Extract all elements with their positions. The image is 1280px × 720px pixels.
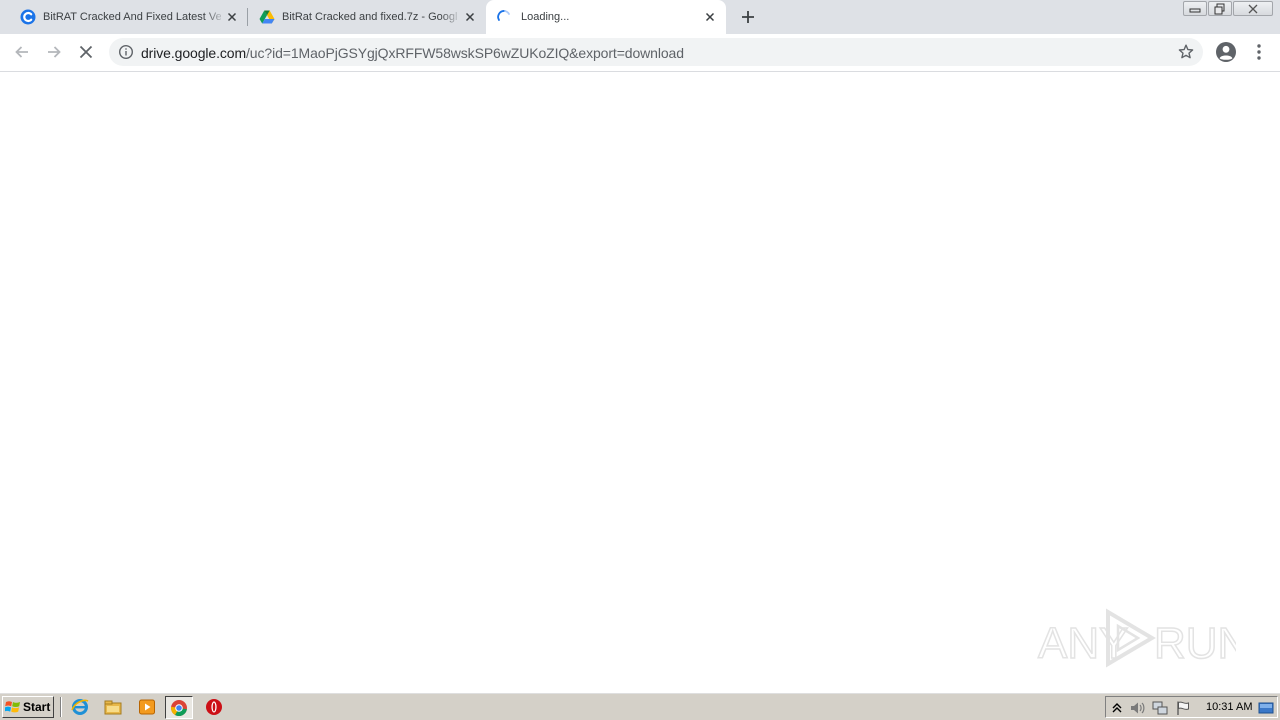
forward-arrow-icon[interactable] — [44, 42, 64, 62]
url-path: /uc?id=1MaoPjGSYgjQxRFFW58wskSP6wZUKoZIQ… — [246, 45, 684, 61]
windows-logo-icon — [5, 701, 20, 713]
minimize-icon — [1189, 8, 1201, 13]
network-icon[interactable] — [1152, 700, 1168, 716]
tab-strip: BitRAT Cracked And Fixed Latest Version … — [0, 0, 1280, 34]
close-tab-icon[interactable] — [224, 9, 240, 25]
loading-spinner-icon — [497, 10, 510, 21]
browser-toolbar: drive.google.com/uc?id=1MaoPjGSYgjQxRFFW… — [0, 34, 1280, 71]
bookmark-star-icon[interactable] — [1177, 43, 1195, 61]
back-arrow-icon[interactable] — [12, 42, 32, 62]
show-desktop-icon[interactable] — [1258, 700, 1274, 716]
tab-google-drive[interactable]: BitRat Cracked and fixed.7z - Google Dri… — [248, 0, 486, 34]
file-explorer-icon[interactable] — [104, 698, 122, 716]
close-tab-icon[interactable] — [462, 9, 478, 25]
site-c-icon — [20, 9, 36, 25]
profile-avatar-icon[interactable] — [1215, 41, 1237, 63]
minimize-button[interactable] — [1183, 1, 1207, 16]
restore-icon — [1214, 3, 1225, 15]
media-player-icon[interactable] — [138, 698, 156, 716]
kebab-menu-icon[interactable] — [1250, 42, 1268, 62]
stop-loading-icon[interactable] — [76, 42, 96, 62]
watermark-right-text: RUN — [1154, 619, 1236, 668]
close-window-button[interactable] — [1233, 1, 1273, 16]
taskbar-clock[interactable]: 10:31 AM — [1206, 701, 1252, 713]
show-hidden-icons-icon[interactable] — [1109, 700, 1125, 716]
volume-icon[interactable] — [1129, 700, 1145, 716]
info-icon[interactable] — [118, 44, 134, 60]
start-button[interactable]: Start — [2, 696, 54, 718]
address-bar[interactable]: drive.google.com/uc?id=1MaoPjGSYgjQxRFFW… — [109, 38, 1203, 66]
tab-title: BitRAT Cracked And Fixed Latest Version — [43, 11, 221, 23]
chrome-icon — [170, 700, 187, 717]
tab-title: Loading... — [521, 11, 570, 23]
anyrun-watermark: ANY RUN — [1037, 608, 1236, 669]
new-tab-icon[interactable] — [738, 7, 758, 27]
page-content — [0, 72, 1280, 692]
internet-explorer-icon[interactable] — [71, 698, 89, 716]
taskbar-chrome-button[interactable] — [165, 696, 193, 719]
tab-title: BitRat Cracked and fixed.7z - Google Dri… — [282, 11, 458, 23]
start-label: Start — [23, 700, 51, 714]
close-tab-icon[interactable] — [702, 9, 718, 25]
tab-loading[interactable]: Loading... — [486, 0, 726, 34]
system-tray: 10:31 AM — [1105, 696, 1278, 718]
tab-bitrat-cracked[interactable]: BitRAT Cracked And Fixed Latest Version — [8, 0, 248, 34]
url-host: drive.google.com — [141, 45, 247, 61]
google-drive-icon — [259, 10, 275, 24]
action-center-flag-icon[interactable] — [1175, 700, 1191, 716]
restore-button[interactable] — [1208, 1, 1232, 16]
close-icon — [1248, 4, 1258, 14]
url-text[interactable]: drive.google.com/uc?id=1MaoPjGSYgjQxRFFW… — [141, 45, 684, 61]
opera-icon[interactable] — [205, 698, 223, 716]
taskbar: Start 10:31 AM — [0, 692, 1280, 720]
